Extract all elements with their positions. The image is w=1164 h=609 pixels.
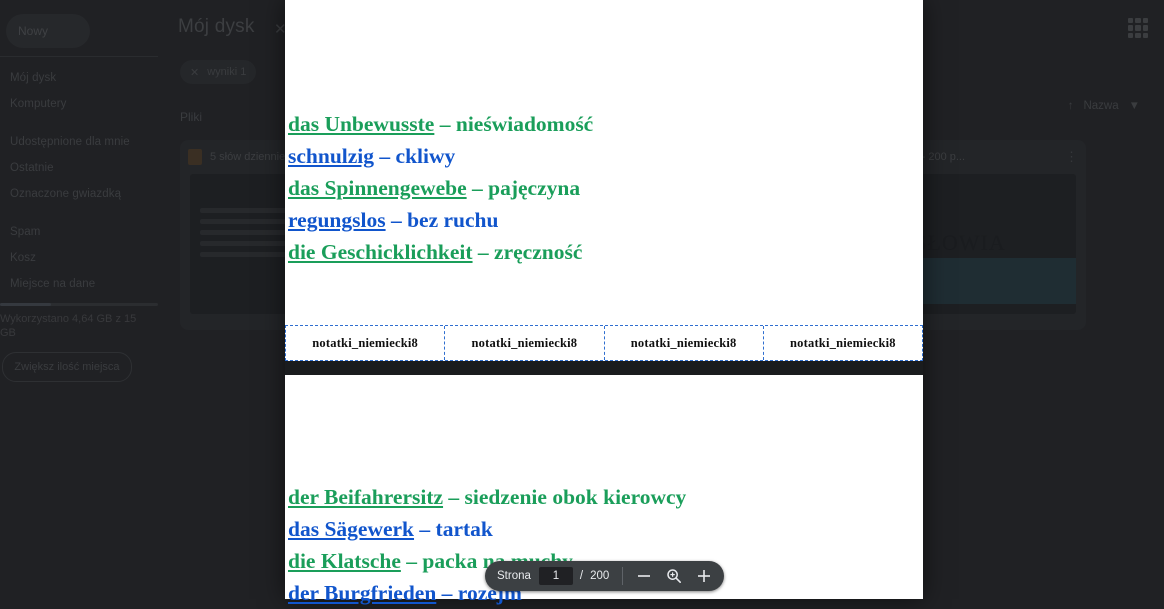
german-term: das Unbewusste [288, 112, 435, 136]
page-total: 200 [590, 570, 610, 582]
storage-progress-bar [0, 303, 158, 306]
document-icon [188, 149, 202, 165]
vocabulary-entry: schnulzig – ckliwy [288, 140, 918, 172]
vocabulary-entry: die Geschicklichkeit – zręczność [288, 236, 918, 268]
sidebar-divider [0, 56, 158, 57]
pdf-page: das Unbewusste – nieświadomość schnulzig… [285, 0, 923, 325]
plus-icon[interactable] [690, 562, 718, 590]
filter-chip-label: wyniki 1 [207, 66, 247, 78]
polish-translation: siedzenie obok kierowcy [464, 485, 687, 509]
polish-translation: ckliwy [395, 144, 456, 168]
sidebar-item-recent[interactable]: Ostatnie [0, 155, 168, 181]
sidebar-item-label: Miejsce na dane [10, 278, 96, 290]
tab-item[interactable]: notatki_niemiecki8 [604, 326, 764, 360]
upgrade-storage-label: Zwiększ ilość miejsca [14, 361, 120, 373]
tab-label: notatki_niemiecki8 [471, 335, 578, 350]
page-separator: / [579, 570, 584, 582]
more-vert-icon[interactable]: ⋮ [1065, 149, 1078, 165]
sidebar-item-starred[interactable]: Oznaczone gwiazdką [0, 181, 168, 207]
sidebar-item-trash[interactable]: Kosz [0, 245, 168, 271]
tab-label: notatki_niemiecki8 [312, 335, 418, 350]
german-term: schnulzig [288, 144, 375, 168]
arrow-up-icon[interactable]: ↑ [1068, 100, 1074, 112]
toolbar-divider [622, 567, 624, 585]
tab-item[interactable]: notatki_niemiecki8 [445, 326, 605, 360]
german-term: der Burgfrieden [288, 581, 437, 605]
sidebar-item-shared-with-me[interactable]: Udostępnione dla mnie [0, 129, 168, 155]
german-term: der Beifahrersitz [288, 485, 444, 509]
vocabulary-entry: regungslos – bez ruchu [288, 204, 918, 236]
sort-label: Nazwa [1083, 100, 1119, 112]
german-term: regungslos [288, 208, 386, 232]
sidebar-item-label: Spam [10, 226, 41, 238]
sidebar-item-label: Komputery [10, 98, 67, 110]
tab-label: notatki_niemiecki8 [790, 335, 896, 350]
entry-dash: – [434, 112, 456, 136]
sidebar-item-label: Kosz [10, 252, 36, 264]
filter-chip[interactable]: ✕ wyniki 1 [180, 60, 257, 84]
page-label: Strona [497, 570, 531, 582]
vocabulary-entry: das Sägewerk – tartak [288, 513, 918, 545]
entry-dash: – [374, 144, 396, 168]
files-section-label: Pliki [180, 110, 203, 124]
polish-translation: pajęczyna [488, 176, 581, 200]
sidebar-item-label: Mój dysk [10, 72, 57, 84]
chevron-down-icon[interactable]: ▼ [1129, 100, 1140, 112]
page-title: Mój dysk [178, 16, 255, 37]
pdf-viewer: das Unbewusste – nieświadomość schnulzig… [285, 0, 923, 605]
tab-label: notatki_niemiecki8 [630, 335, 737, 350]
close-icon[interactable]: ✕ [190, 66, 199, 79]
entry-dash: – [436, 581, 458, 605]
upgrade-storage-button[interactable]: Zwiększ ilość miejsca [2, 352, 132, 382]
page-number-input[interactable] [538, 567, 573, 585]
german-term: das Sägewerk [288, 517, 415, 541]
new-button-label: Nowy [18, 24, 49, 38]
tab-item[interactable]: notatki_niemiecki8 [763, 326, 922, 360]
sidebar-item-my-drive[interactable]: Mój dysk [0, 65, 168, 91]
entry-dash: – [472, 240, 495, 264]
sidebar-item-label: Ostatnie [10, 162, 54, 174]
entry-dash: – [385, 208, 408, 232]
sidebar-item-spam[interactable]: Spam [0, 219, 168, 245]
tab-strip: notatki_niemiecki8 notatki_niemiecki8 no… [285, 325, 923, 361]
minus-icon[interactable] [630, 562, 658, 590]
polish-translation: tartak [435, 517, 493, 541]
polish-translation: nieświadomość [455, 112, 594, 136]
sidebar-item-label: Udostępnione dla mnie [10, 136, 130, 148]
entry-dash: – [414, 517, 436, 541]
polish-translation: bez ruchu [407, 208, 499, 232]
german-term: das Spinnengewebe [288, 176, 467, 200]
storage-usage-text: Wykorzystano 4,64 GB z 15 GB [0, 313, 137, 339]
sidebar: Nowy Mój dysk Komputery Udostępnione dla… [0, 0, 168, 599]
vocabulary-entry: der Beifahrersitz – siedzenie obok kiero… [288, 481, 918, 513]
vocabulary-list: das Unbewusste – nieświadomość schnulzig… [288, 108, 918, 268]
sort-control[interactable]: ↑ Nazwa ▼ [1068, 100, 1140, 112]
sidebar-item-storage[interactable]: Miejsce na dane [0, 271, 168, 297]
sidebar-item-label: Oznaczone gwiazdką [10, 188, 122, 200]
entry-dash: – [400, 549, 423, 573]
magnifier-icon[interactable] [660, 562, 688, 590]
entry-dash: – [466, 176, 489, 200]
polish-translation: zręczność [494, 240, 583, 264]
vocabulary-entry: das Unbewusste – nieświadomość [288, 108, 918, 140]
tab-item[interactable]: notatki_niemiecki8 [286, 326, 446, 360]
pdf-viewer-toolbar: Strona / 200 [485, 561, 725, 591]
german-term: die Klatsche [288, 549, 401, 573]
german-term: die Geschicklichkeit [288, 240, 473, 264]
sidebar-item-computers[interactable]: Komputery [0, 91, 168, 117]
entry-dash: – [443, 485, 465, 509]
vocabulary-entry: das Spinnengewebe – pajęczyna [288, 172, 918, 204]
new-button[interactable]: Nowy [6, 14, 90, 48]
